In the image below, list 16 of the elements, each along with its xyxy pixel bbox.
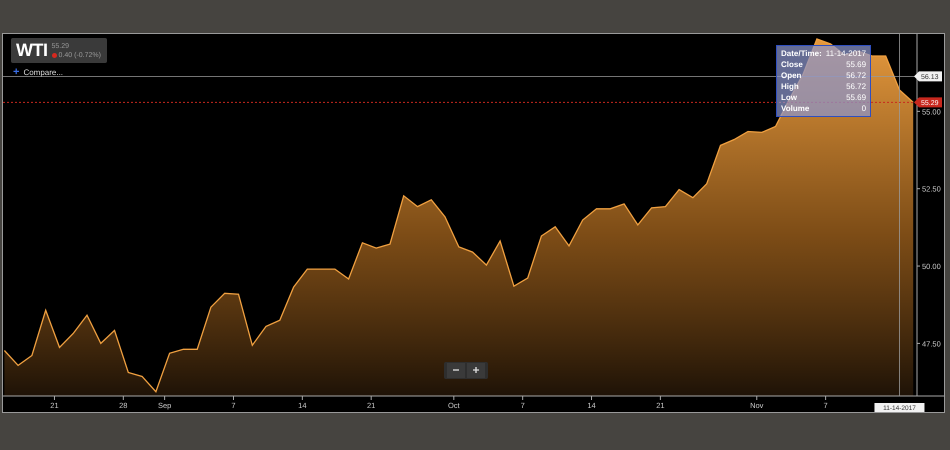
tooltip-label: Volume [781,103,810,114]
tooltip-label: Low [781,92,798,103]
instrument-symbol: WTI [16,40,48,61]
tooltip-label: Close [781,59,804,70]
tooltip-label: High [781,81,800,92]
tooltip-value: 0 [860,103,866,114]
zoom-button[interactable]: − [447,363,465,378]
tooltip-label: Date/Time: [781,48,822,59]
compare-button[interactable]: + Compare... [13,66,64,78]
tooltip-value: 55.69 [845,92,866,103]
tooltip-value: 56.72 [845,81,866,92]
tooltip-value: 55.69 [845,59,866,70]
zoom-button[interactable]: + [467,363,485,378]
tooltip-value: 56.72 [845,70,866,81]
tooltip-label: Open [781,70,802,81]
tooltip-value: 11-14-2017 [826,48,866,59]
